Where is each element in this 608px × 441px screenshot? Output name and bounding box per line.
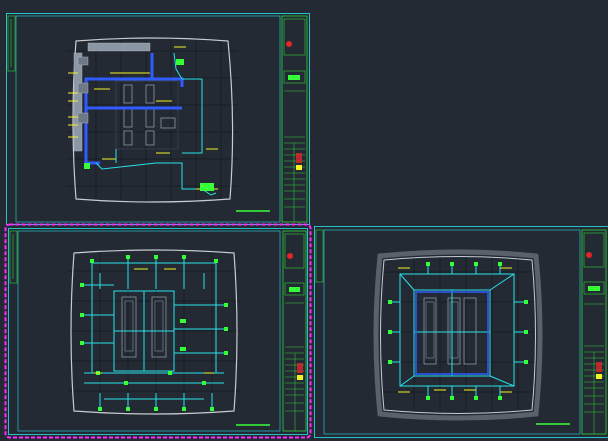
core-equipment — [423, 297, 477, 365]
structural-grid — [384, 256, 534, 412]
sheet-border — [6, 13, 310, 225]
sheet-canvas — [314, 226, 608, 438]
left-margin-strip — [315, 229, 324, 283]
title-block — [282, 230, 307, 432]
annotation-labels — [68, 46, 218, 190]
sheet-canvas — [6, 13, 310, 225]
company-stamp — [287, 253, 293, 259]
piping-network — [95, 52, 217, 196]
drawing-sheet-bottom-left[interactable] — [4, 223, 312, 439]
title-block — [281, 15, 308, 223]
company-stamp — [286, 41, 292, 47]
title-block — [581, 229, 607, 435]
left-margin-strip — [7, 15, 16, 72]
supply-duct — [84, 53, 184, 165]
drawing-sheet-top-left[interactable] — [6, 13, 310, 225]
company-stamp — [586, 252, 592, 258]
core-equipment — [123, 84, 176, 146]
left-margin-strip — [9, 230, 18, 284]
drawing-sheet-bottom-right[interactable] — [314, 226, 608, 438]
structural-grid — [68, 253, 240, 413]
piping-network — [82, 257, 226, 409]
building-core — [115, 80, 179, 150]
terminal-devices — [80, 255, 228, 411]
sheet-canvas — [4, 223, 312, 439]
